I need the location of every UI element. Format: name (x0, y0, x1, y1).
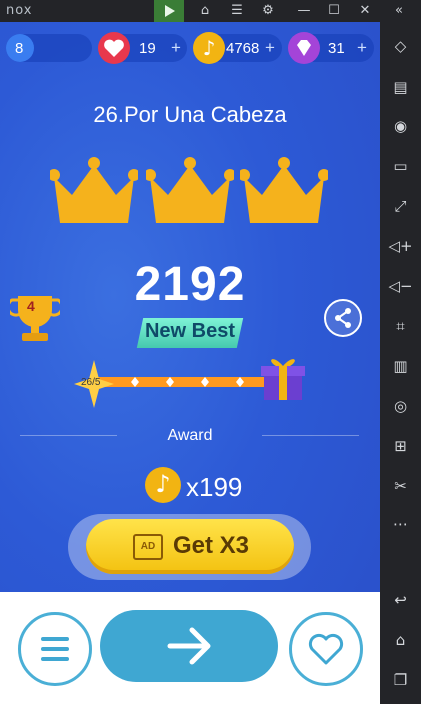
lives-value: 19 (139, 40, 156, 57)
volume-up-icon[interactable]: ◁+ (388, 234, 413, 259)
apk-install-icon[interactable]: ⊞ (388, 434, 413, 459)
volume-down-icon[interactable]: ◁− (388, 274, 413, 299)
menu-icon[interactable]: ☰ (228, 2, 246, 20)
crown-icon (240, 157, 328, 223)
crown-icon (146, 157, 234, 223)
menu-button[interactable] (18, 612, 92, 686)
share-button[interactable] (324, 299, 362, 337)
crown-icon (50, 157, 138, 223)
fullscreen-icon[interactable]: ⤢ (388, 194, 413, 219)
close-icon[interactable]: ✕ (356, 2, 374, 20)
gems-value: 31 (328, 40, 345, 57)
maximize-icon[interactable]: ☐ (325, 2, 343, 20)
more-icon[interactable]: ⋯ (388, 512, 413, 537)
gem-icon (288, 32, 320, 64)
play-store-icon (165, 5, 175, 17)
nox-logo: nox (6, 3, 33, 18)
favorite-button[interactable] (289, 612, 363, 686)
progress-markers (131, 377, 244, 387)
ad-icon: AD (133, 534, 163, 560)
screenshot-icon[interactable]: ⌗ (388, 314, 413, 339)
heart-outline-icon (308, 633, 344, 665)
score-value: 2192 (134, 258, 246, 311)
coins-value: 4768 (226, 40, 260, 57)
progress-label: 26/5 (81, 377, 101, 388)
level-value: 8 (15, 40, 24, 57)
location-icon[interactable]: ◉ (388, 114, 413, 139)
app-center-icon[interactable]: ⌂ (196, 2, 214, 20)
bottom-action-bar (0, 592, 380, 704)
new-best-label: New Best (144, 320, 236, 342)
emulator-sidebar: ◇ ▤ ◉ ▭ ⤢ ◁+ ◁− ⌗ ▥ ◎ ⊞ ✂ ⋯ ↩ ⌂ ❐ (380, 22, 421, 704)
play-store-button[interactable] (154, 0, 184, 22)
music-note-icon: ♪ (155, 470, 171, 498)
gift-icon (261, 359, 305, 400)
cut-icon[interactable]: ✂ (388, 474, 413, 499)
collapse-sidebar-icon[interactable]: « (390, 2, 408, 20)
shake-icon[interactable]: ◎ (388, 394, 413, 419)
arrow-right-icon (167, 627, 211, 665)
coin-icon: ♪ (193, 32, 225, 64)
game-result-screen: 8 19 + 4768 + ♪ 31 + 26.Por Una Cabeza 4… (0, 22, 380, 704)
add-lives-button[interactable]: + (171, 38, 181, 58)
script-icon[interactable]: ▤ (388, 75, 413, 100)
heart-icon (98, 32, 130, 64)
minimize-icon[interactable]: — (295, 2, 313, 20)
back-icon[interactable]: ↩ (388, 588, 413, 613)
screen-icon[interactable]: ▭ (388, 154, 413, 179)
get-x3-label: Get X3 (173, 532, 250, 559)
home-icon[interactable]: ⌂ (388, 628, 413, 653)
keyboard-mapping-icon[interactable]: ◇ (388, 34, 413, 59)
song-title: 26.Por Una Cabeza (93, 102, 287, 127)
award-amount: x199 (186, 472, 243, 502)
multi-instance-icon[interactable]: ▥ (388, 354, 413, 379)
level-counter: 8 (6, 34, 92, 62)
share-icon (335, 308, 351, 328)
next-button[interactable] (100, 610, 278, 682)
list-icon (41, 637, 69, 661)
award-label: Award (167, 427, 213, 444)
settings-icon[interactable]: ⚙ (259, 2, 277, 20)
recent-apps-icon[interactable]: ❐ (388, 668, 413, 693)
emulator-titlebar: nox ⌂ ☰ ⚙ — ☐ ✕ « (0, 0, 421, 22)
add-gems-button[interactable]: + (357, 38, 367, 58)
add-coins-button[interactable]: + (265, 38, 275, 58)
svg-text:♪: ♪ (203, 36, 216, 60)
